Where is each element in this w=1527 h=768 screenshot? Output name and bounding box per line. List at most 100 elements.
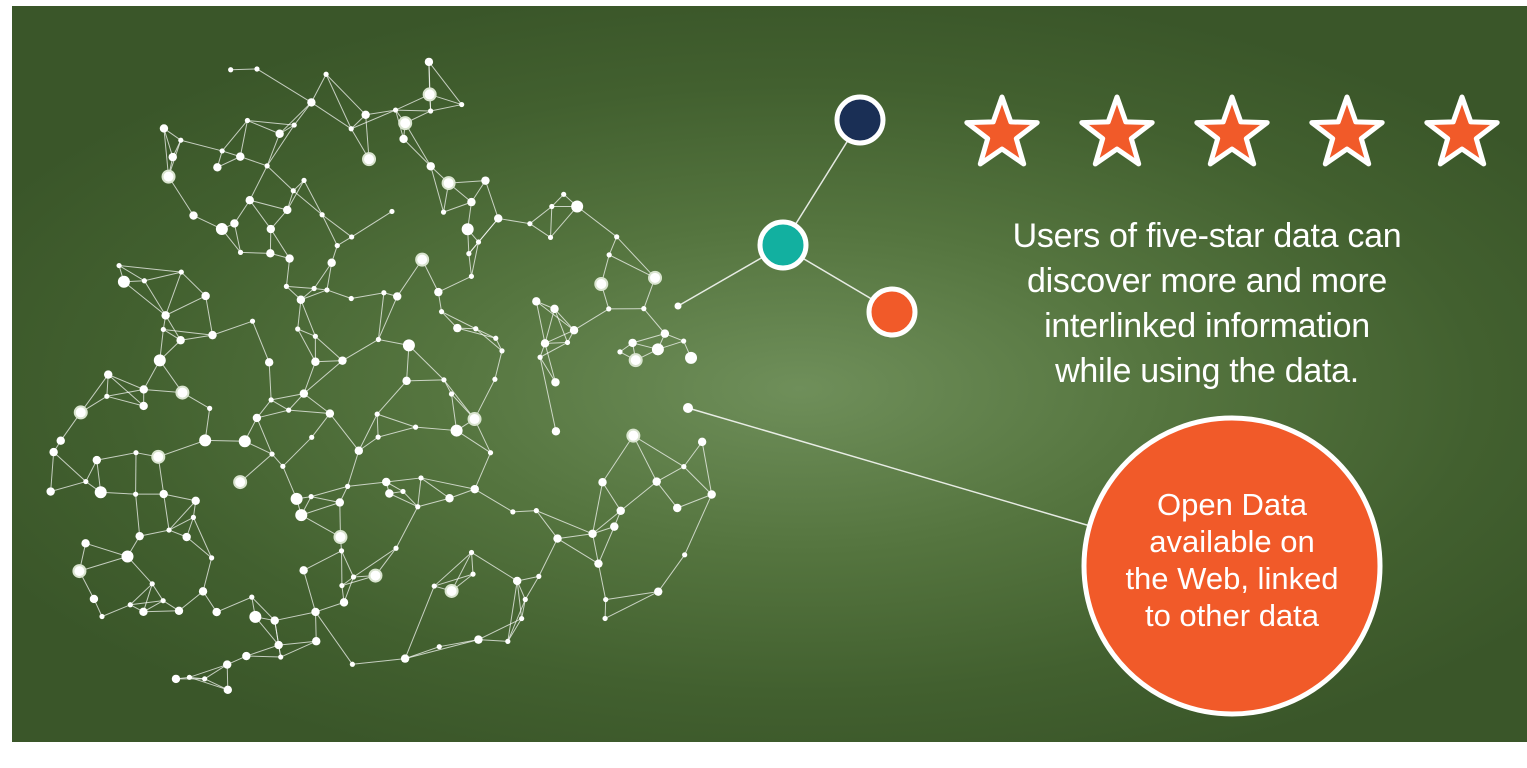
network-node	[550, 304, 559, 314]
network-node	[135, 531, 144, 541]
network-node	[72, 564, 87, 579]
network-link	[180, 334, 213, 341]
network-link	[557, 533, 593, 540]
network-link	[576, 206, 617, 238]
network-node	[654, 587, 663, 596]
network-node	[338, 356, 347, 365]
network-node	[412, 424, 419, 430]
network-link	[189, 664, 228, 678]
network-link	[529, 223, 551, 238]
network-node	[512, 576, 522, 586]
network-link	[404, 585, 435, 659]
network-node	[393, 292, 402, 301]
network-node	[467, 412, 482, 427]
network-node	[280, 463, 286, 469]
network-link	[135, 494, 141, 537]
network-link	[351, 211, 393, 238]
network-node	[327, 258, 336, 267]
headline-line-3: interlinked information	[1044, 307, 1370, 345]
network-node	[382, 477, 391, 487]
network-link	[417, 477, 422, 507]
network-node	[301, 177, 307, 183]
network-node	[325, 409, 335, 418]
network-node	[673, 503, 682, 513]
navy-node	[834, 94, 886, 146]
network-link	[186, 536, 212, 559]
network-link	[239, 120, 248, 157]
network-link	[471, 552, 474, 575]
network-link	[512, 510, 537, 513]
network-link	[280, 640, 317, 658]
network-node	[324, 287, 330, 293]
network-link	[683, 441, 703, 467]
network-link	[268, 362, 272, 400]
network-link	[285, 258, 291, 287]
network-node	[190, 514, 197, 520]
network-node	[424, 57, 434, 67]
network-node	[233, 475, 248, 490]
network-node	[594, 559, 603, 568]
network-link	[395, 506, 419, 549]
network-node	[161, 169, 176, 184]
network-node	[468, 273, 475, 279]
network-link	[274, 611, 316, 622]
network-link	[573, 308, 609, 331]
network-node	[312, 637, 321, 646]
network-link	[278, 640, 317, 646]
network-node	[99, 613, 105, 620]
network-node	[94, 486, 107, 499]
network-node	[569, 326, 579, 335]
network-node	[362, 152, 377, 167]
network-link	[376, 380, 407, 415]
network-node	[202, 676, 208, 682]
network-node	[175, 385, 190, 400]
network-link	[50, 481, 86, 493]
network-link	[544, 343, 556, 383]
network-node	[375, 434, 381, 440]
network-node	[361, 110, 370, 119]
network-link	[602, 435, 634, 483]
network-link	[494, 350, 503, 380]
network-node	[295, 509, 308, 522]
network-node	[519, 615, 525, 622]
network-link	[266, 165, 294, 192]
network-link	[557, 538, 599, 565]
network-node	[178, 137, 184, 143]
network-node	[651, 343, 664, 356]
infographic-canvas: Users of five-star data can discover mor…	[12, 6, 1527, 742]
network-node	[354, 446, 364, 455]
network-node	[308, 494, 314, 500]
network-node	[311, 357, 320, 366]
network-link	[592, 533, 599, 564]
badge-line-3: the Web, linked	[1125, 561, 1339, 596]
network-link	[535, 301, 546, 344]
network-link	[404, 639, 479, 660]
network-link	[376, 413, 416, 428]
network-link	[315, 611, 353, 665]
network-node	[475, 239, 482, 245]
network-node	[133, 491, 139, 497]
network-node	[652, 477, 661, 486]
network-link	[240, 251, 271, 254]
network-node	[171, 674, 181, 684]
network-link	[230, 68, 257, 71]
network-node	[438, 309, 445, 315]
network-node	[466, 251, 472, 257]
badge-connector-line	[687, 407, 1098, 529]
network-link	[430, 104, 462, 112]
network-link	[395, 109, 431, 112]
network-node	[481, 176, 490, 185]
network-node	[399, 134, 408, 144]
network-node	[186, 674, 192, 680]
network-link	[216, 596, 252, 613]
network-node	[237, 249, 244, 255]
network-link	[604, 599, 607, 619]
network-node	[467, 197, 476, 207]
headline-line-2: discover more and more	[1027, 262, 1387, 300]
network-node	[368, 568, 383, 583]
network-link	[602, 481, 622, 512]
network-node	[681, 464, 687, 470]
network-link	[484, 180, 499, 219]
network-link	[592, 482, 604, 534]
network-node	[400, 488, 406, 495]
